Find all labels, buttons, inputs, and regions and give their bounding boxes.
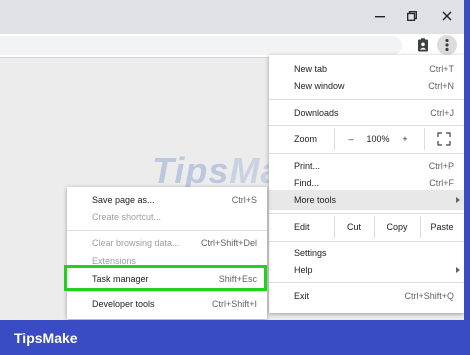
exit-shortcut: Ctrl+Shift+Q (404, 291, 454, 301)
menu-item-downloads[interactable]: Downloads Ctrl+J (269, 103, 464, 123)
minimize-button[interactable] (366, 5, 394, 27)
new-window-shortcut: Ctrl+N (428, 81, 454, 91)
menu-separator (269, 153, 464, 154)
restore-icon (407, 11, 417, 21)
menu-item-help[interactable]: Help (269, 260, 464, 280)
watermark-tips: Tips (152, 150, 230, 191)
submenu-item-create-shortcut: Create shortcut... (67, 207, 267, 227)
menu-separator (269, 241, 464, 242)
developer-tools-shortcut: Ctrl+Shift+I (211, 299, 257, 309)
submenu-arrow-icon (456, 197, 460, 203)
fullscreen-button[interactable] (437, 132, 451, 146)
kebab-menu-icon (445, 38, 449, 52)
close-window-button[interactable] (433, 5, 461, 27)
browser-window: TipsMake New tab Ctrl+T New window Ctrl+… (0, 0, 464, 320)
task-manager-highlight (64, 265, 267, 291)
address-bar[interactable] (0, 36, 402, 55)
edit-label: Edit (294, 222, 310, 232)
menu-item-zoom: Zoom – 100% + (269, 128, 464, 150)
menu-item-new-window[interactable]: New window Ctrl+N (269, 76, 464, 96)
menu-separator (269, 125, 464, 126)
downloads-label: Downloads (294, 108, 339, 118)
developer-tools-label: Developer tools (92, 299, 155, 309)
brand-logo: TipsMake (14, 330, 78, 346)
menu-separator (67, 291, 267, 292)
more-tools-submenu: Save page as... Ctrl+S Create shortcut..… (67, 187, 267, 319)
chrome-main-menu: New tab Ctrl+T New window Ctrl+N Downloa… (269, 55, 464, 313)
restore-button[interactable] (398, 5, 426, 27)
zoom-out-button[interactable]: – (344, 128, 358, 150)
zoom-divider (334, 128, 335, 150)
extension-button[interactable] (415, 37, 431, 53)
menu-item-exit[interactable]: Exit Ctrl+Shift+Q (269, 286, 464, 306)
more-tools-label: More tools (294, 195, 337, 205)
copy-button[interactable]: Copy (375, 216, 419, 238)
zoom-divider (424, 128, 425, 150)
exit-label: Exit (294, 291, 310, 301)
clear-browsing-label: Clear browsing data... (92, 238, 180, 248)
menu-separator (269, 213, 464, 214)
menu-separator (67, 230, 267, 231)
zoom-in-button[interactable]: + (398, 128, 412, 150)
paste-button[interactable]: Paste (421, 216, 463, 238)
cut-button[interactable]: Cut (335, 216, 373, 238)
zoom-label: Zoom (294, 134, 318, 144)
minimize-icon (375, 16, 385, 18)
menu-button[interactable] (437, 35, 457, 55)
close-icon (442, 11, 452, 21)
submenu-item-clear-browsing-data: Clear browsing data... Ctrl+Shift+Del (67, 233, 267, 253)
create-shortcut-label: Create shortcut... (92, 212, 162, 222)
menu-separator (269, 99, 464, 100)
help-label: Help (294, 265, 313, 275)
clipboard-person-icon (418, 38, 428, 52)
clear-browsing-shortcut: Ctrl+Shift+Del (200, 238, 257, 248)
fullscreen-icon (437, 132, 451, 146)
submenu-arrow-icon (456, 267, 460, 273)
menu-item-edit: Edit Cut Copy Paste (269, 216, 464, 238)
new-window-label: New window (294, 81, 345, 91)
downloads-shortcut: Ctrl+J (430, 108, 454, 118)
menu-item-more-tools[interactable]: More tools (269, 190, 464, 210)
title-bar (0, 0, 464, 34)
zoom-level-value: 100% (366, 134, 390, 144)
submenu-item-developer-tools[interactable]: Developer tools Ctrl+Shift+I (67, 294, 267, 314)
menu-separator (269, 282, 464, 283)
